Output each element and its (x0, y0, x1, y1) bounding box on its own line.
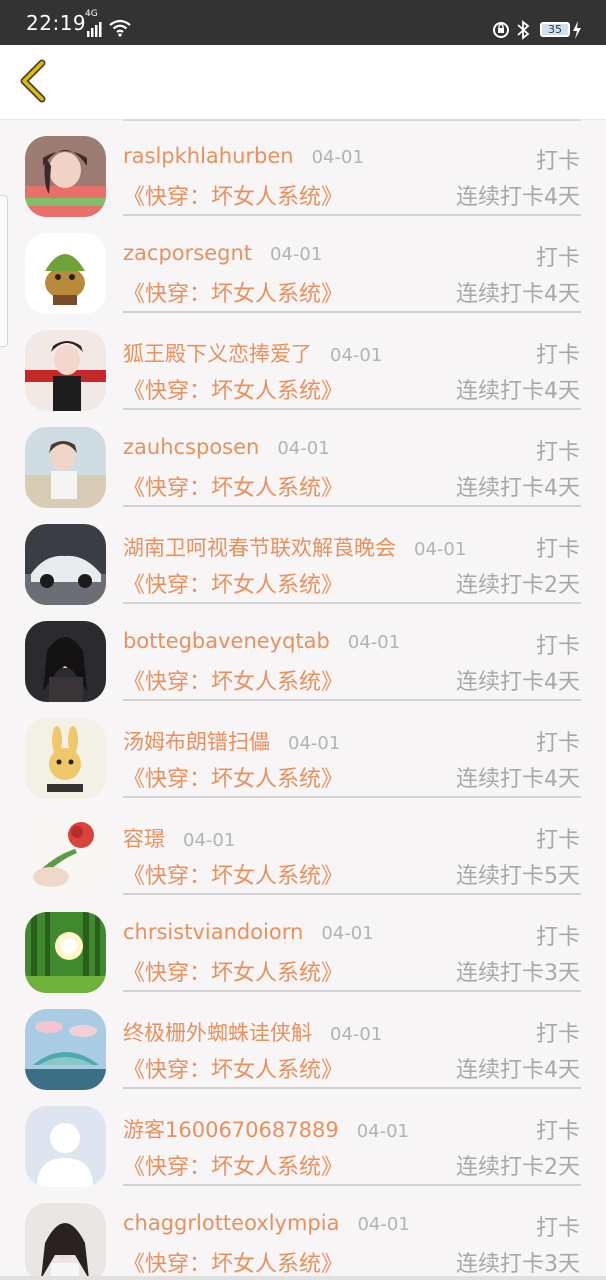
list-item[interactable]: 湖南卫呵视春节联欢解莨晚会 04-01 打卡 《快穿：坏女人系统》 连续打卡2天 (0, 507, 606, 605)
bluetooth-icon (517, 20, 530, 40)
list-item[interactable]: chrsistviandoiorn 04-01 打卡 《快穿：坏女人系统》 连续打… (0, 895, 606, 993)
checkin-label: 打卡 (535, 440, 580, 465)
list-item[interactable]: chaggrlotteoxlympia 04-01 打卡 《快穿：坏女人系统》 连… (0, 1186, 606, 1280)
streak-text: 连续打卡4天 (456, 185, 580, 210)
checkin-label: 打卡 (535, 1119, 580, 1144)
book-title: 《快穿：坏女人系统》 (123, 1058, 344, 1083)
book-title: 《快穿：坏女人系统》 (123, 282, 344, 307)
item-name: 汤姆布朗镨扫儡 04-01 (123, 730, 341, 754)
item-date: 04-01 (269, 244, 323, 265)
side-drawer-handle[interactable] (0, 195, 8, 347)
checkin-label: 打卡 (535, 537, 580, 562)
streak-text: 连续打卡4天 (456, 282, 580, 307)
checkin-label: 打卡 (535, 246, 580, 271)
bottom-scroll-indicator (0, 1276, 606, 1280)
avatar (25, 233, 106, 314)
checkin-label: 打卡 (535, 1216, 580, 1241)
item-date: 04-01 (347, 632, 401, 653)
item-name: 终极栅外蜘蛛诖侠斛 04-01 (123, 1021, 383, 1045)
avatar (25, 330, 106, 411)
item-name: chrsistviandoiorn 04-01 (123, 920, 374, 944)
avatar (25, 1009, 106, 1090)
checkin-label: 打卡 (535, 925, 580, 950)
book-title: 《快穿：坏女人系统》 (123, 185, 344, 210)
avatar (25, 912, 106, 993)
item-date: 04-01 (356, 1121, 410, 1142)
checkin-label: 打卡 (535, 828, 580, 853)
avatar (25, 427, 106, 508)
status-bar: 22:19 4G 35 (0, 0, 606, 45)
item-date: 04-01 (321, 923, 374, 944)
item-name: 狐王殿下义恋捧爱了 04-01 (123, 342, 383, 366)
checkin-label: 打卡 (535, 149, 580, 174)
streak-text: 连续打卡4天 (456, 1058, 580, 1083)
item-date: 04-01 (357, 1214, 410, 1235)
checkin-list: raslpkhlahurben 04-01 打卡 《快穿：坏女人系统》 连续打卡4… (0, 119, 606, 1280)
checkin-label: 打卡 (535, 343, 580, 368)
list-item[interactable]: 游客1600670687889 04-01 打卡 《快穿：坏女人系统》 连续打卡2… (0, 1089, 606, 1187)
item-name: 容璟 04-01 (123, 827, 236, 851)
list-item[interactable]: 终极栅外蜘蛛诖侠斛 04-01 打卡 《快穿：坏女人系统》 连续打卡4天 (0, 992, 606, 1090)
book-title: 《快穿：坏女人系统》 (123, 670, 344, 695)
item-name: zauhcsposen 04-01 (123, 435, 330, 459)
avatar (25, 815, 106, 896)
list-item[interactable]: zauhcsposen 04-01 打卡 《快穿：坏女人系统》 连续打卡4天 (0, 410, 606, 508)
item-name: bottegbaveneyqtab 04-01 (123, 629, 401, 653)
book-title: 《快穿：坏女人系统》 (123, 864, 344, 889)
charging-icon (573, 21, 581, 39)
avatar (25, 524, 106, 605)
battery-indicator: 35 (540, 22, 570, 37)
list-item[interactable]: 容璟 04-01 打卡 《快穿：坏女人系统》 连续打卡5天 (0, 798, 606, 896)
book-title: 《快穿：坏女人系统》 (123, 767, 344, 792)
list-item[interactable]: raslpkhlahurben 04-01 打卡 《快穿：坏女人系统》 连续打卡4… (0, 119, 606, 217)
item-date: 04-01 (288, 733, 341, 754)
item-name: 游客1600670687889 04-01 (123, 1118, 410, 1142)
avatar (25, 1203, 106, 1280)
item-name: chaggrlotteoxlympia 04-01 (123, 1211, 410, 1235)
streak-text: 连续打卡4天 (456, 379, 580, 404)
avatar (25, 136, 106, 217)
network-type: 4G (85, 9, 98, 19)
streak-text: 连续打卡3天 (456, 961, 580, 986)
book-title: 《快穿：坏女人系统》 (123, 1252, 344, 1277)
streak-text: 连续打卡2天 (456, 573, 580, 598)
list-item[interactable]: 狐王殿下义恋捧爱了 04-01 打卡 《快穿：坏女人系统》 连续打卡4天 (0, 313, 606, 411)
avatar (25, 621, 106, 702)
streak-text: 连续打卡3天 (456, 1252, 580, 1277)
avatar (25, 718, 106, 799)
streak-text: 连续打卡5天 (456, 864, 580, 889)
book-title: 《快穿：坏女人系统》 (123, 476, 344, 501)
list-item[interactable]: 汤姆布朗镨扫儡 04-01 打卡 《快穿：坏女人系统》 连续打卡4天 (0, 701, 606, 799)
item-date: 04-01 (277, 438, 330, 459)
streak-text: 连续打卡2天 (456, 1155, 580, 1180)
book-title: 《快穿：坏女人系统》 (123, 1155, 344, 1180)
book-title: 《快穿：坏女人系统》 (123, 573, 344, 598)
signal-icon (87, 22, 102, 37)
list-item[interactable]: zacporsegnt 04-01 打卡 《快穿：坏女人系统》 连续打卡4天 (0, 216, 606, 314)
streak-text: 连续打卡4天 (456, 767, 580, 792)
streak-text: 连续打卡4天 (456, 670, 580, 695)
checkin-label: 打卡 (535, 634, 580, 659)
back-button[interactable] (14, 57, 54, 107)
list-item[interactable]: bottegbaveneyqtab 04-01 打卡 《快穿：坏女人系统》 连续打… (0, 604, 606, 702)
status-time: 22:19 (26, 11, 87, 35)
book-title: 《快穿：坏女人系统》 (123, 961, 344, 986)
alarm-icon (493, 22, 509, 38)
streak-text: 连续打卡4天 (456, 476, 580, 501)
item-date: 04-01 (311, 147, 364, 168)
checkin-label: 打卡 (535, 1022, 580, 1047)
nav-bar (0, 45, 606, 120)
item-date: 04-01 (414, 539, 467, 560)
item-name: zacporsegnt 04-01 (123, 241, 323, 265)
avatar (25, 1106, 106, 1187)
item-date: 04-01 (330, 1024, 383, 1045)
item-name: 湖南卫呵视春节联欢解莨晚会 04-01 (123, 536, 467, 560)
book-title: 《快穿：坏女人系统》 (123, 379, 344, 404)
item-name: raslpkhlahurben 04-01 (123, 144, 364, 168)
item-date: 04-01 (183, 830, 236, 851)
checkin-label: 打卡 (535, 731, 580, 756)
item-date: 04-01 (330, 345, 383, 366)
wifi-icon (109, 19, 131, 37)
chevron-left-icon (20, 59, 46, 103)
